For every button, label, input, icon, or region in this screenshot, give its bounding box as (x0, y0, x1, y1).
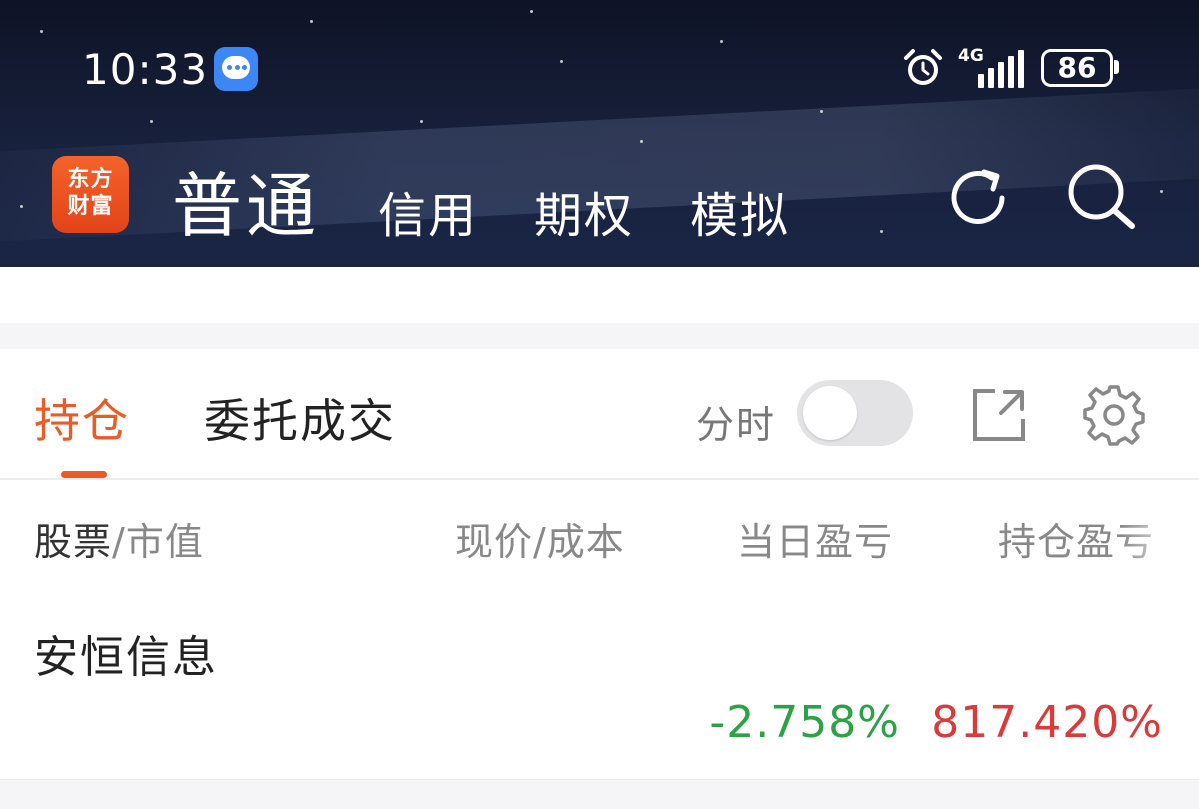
column-scroll-fade (1120, 499, 1199, 569)
logo-text-line2: 财富 (67, 194, 114, 219)
app-header: 10:33 4G 86 东方 财富 普通 信用 期权 模拟 (0, 0, 1199, 267)
star-decoration (1160, 190, 1163, 193)
star-decoration (40, 30, 43, 33)
tab-options[interactable]: 期权 (534, 176, 634, 246)
blank-banner-area (0, 267, 1199, 323)
external-link-icon[interactable] (971, 387, 1027, 443)
bottom-section-gap (0, 779, 1199, 809)
column-header-stock[interactable]: 股票/市值 (34, 511, 204, 566)
settings-gear-icon[interactable] (1083, 384, 1145, 446)
alarm-icon (904, 49, 942, 85)
column-header-day-pl[interactable]: 当日盈亏 (737, 511, 893, 566)
star-decoration (640, 140, 643, 143)
tab-orders-trades[interactable]: 委托成交 (204, 385, 396, 451)
star-decoration (530, 10, 533, 13)
search-icon[interactable] (1064, 160, 1140, 236)
intraday-toggle-label: 分时 (696, 403, 777, 447)
star-decoration (880, 230, 883, 233)
signal-strength-icon (978, 50, 1024, 88)
section-gap (0, 323, 1199, 349)
refresh-icon[interactable] (942, 162, 1014, 234)
column-header-stock-label: 股票 (34, 520, 113, 564)
holdings-panel: 持仓 委托成交 分时 股票/市值 现价/成本 当日盈亏 持仓盈亏 安恒信息 -2… (0, 349, 1199, 779)
logo-text-line1: 东方 (67, 167, 114, 192)
toggle-knob (803, 386, 857, 440)
tab-credit[interactable]: 信用 (378, 176, 478, 246)
star-decoration (820, 110, 823, 113)
battery-tip (1114, 60, 1119, 74)
star-decoration (420, 120, 423, 123)
star-decoration (150, 120, 153, 123)
star-decoration (720, 40, 723, 43)
tab-holdings[interactable]: 持仓 (34, 385, 130, 451)
status-time: 10:33 (82, 45, 209, 94)
star-decoration (560, 60, 563, 63)
app-logo[interactable]: 东方 财富 (52, 156, 129, 233)
star-decoration (20, 205, 23, 208)
tab-simulation[interactable]: 模拟 (690, 176, 790, 246)
hold-pl-percent: 817.420% (931, 697, 1163, 748)
star-decoration (310, 20, 313, 23)
column-header-market-value: /市值 (112, 520, 204, 564)
column-header-price-cost[interactable]: 现价/成本 (455, 511, 625, 566)
intraday-toggle[interactable] (797, 380, 913, 446)
battery-indicator: 86 (1041, 49, 1113, 87)
active-tab-indicator (61, 471, 107, 478)
tab-divider (0, 478, 1199, 480)
message-notification-icon (214, 47, 258, 91)
stock-name: 安恒信息 (34, 632, 218, 683)
day-pl-percent: -2.758% (709, 697, 900, 748)
tab-normal[interactable]: 普通 (172, 150, 320, 251)
